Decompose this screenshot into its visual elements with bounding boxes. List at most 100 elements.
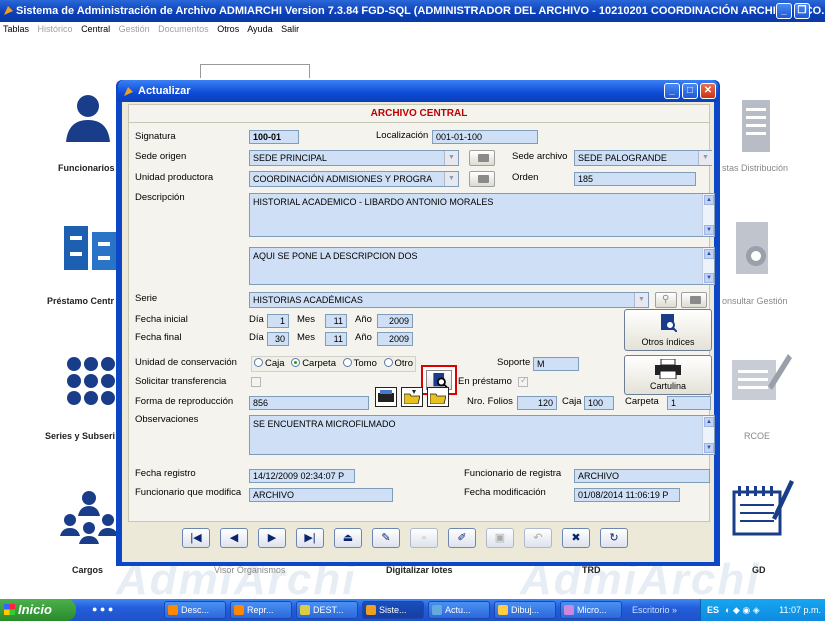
sede-origen-select[interactable]: SEDE PRINCIPAL ▼: [249, 150, 459, 166]
chevron-down-icon[interactable]: ▼: [444, 172, 458, 186]
fecha-final-mes[interactable]: 11: [325, 332, 347, 346]
desktop-label-prestamo[interactable]: Préstamo Centr: [47, 296, 114, 306]
user-icon[interactable]: [62, 92, 114, 144]
desktop-label-rcoe[interactable]: RCOE: [744, 431, 770, 441]
radio-caja[interactable]: Caja: [254, 358, 285, 369]
desktop-label-series[interactable]: Series y Subseri: [45, 431, 115, 441]
desktop-label-visor[interactable]: Visor Organismos: [214, 565, 285, 575]
minimize-button[interactable]: _: [776, 3, 792, 19]
undo-button[interactable]: ↶: [524, 528, 552, 548]
desktop-label-digitalizar[interactable]: Digitalizar lotes: [386, 565, 453, 575]
language-indicator[interactable]: ES: [707, 599, 719, 621]
tray-icons[interactable]: ◐ ◆ ◉ ◈: [725, 599, 760, 621]
form-pencil-icon[interactable]: [728, 350, 792, 404]
scrollbar[interactable]: ▲ ▼: [702, 416, 714, 454]
reproduccion-field[interactable]: 856: [249, 396, 369, 410]
scroll-down-icon[interactable]: ▼: [704, 225, 714, 235]
dots-grid-icon[interactable]: [66, 356, 116, 406]
dialog-maximize-button[interactable]: □: [682, 83, 698, 99]
unidad-select[interactable]: COORDINACIÓN ADMISIONES Y PROGRA ▼: [249, 171, 459, 187]
menu-otros[interactable]: Otros: [217, 24, 239, 34]
write-button[interactable]: ✐: [448, 528, 476, 548]
scroll-up-icon[interactable]: ▲: [704, 195, 714, 205]
taskbar-item-repr[interactable]: Repr...: [230, 601, 292, 619]
taskbar-item-dibuj[interactable]: Dibuj...: [494, 601, 556, 619]
last-record-button[interactable]: ▶|: [296, 528, 324, 548]
desktop-label-cargos[interactable]: Cargos: [72, 565, 103, 575]
caja-field[interactable]: 100: [584, 396, 614, 410]
fecha-mod-field[interactable]: 01/08/2014 11:06:19 P: [574, 488, 680, 502]
menu-salir[interactable]: Salir: [281, 24, 299, 34]
chevron-down-icon[interactable]: ▼: [698, 151, 712, 165]
quick-launch-icon[interactable]: ● ● ●: [92, 604, 113, 614]
edit-button[interactable]: ✎: [372, 528, 400, 548]
taskbar-item-desc[interactable]: Desc...: [164, 601, 226, 619]
open-folder-down-button[interactable]: [401, 387, 423, 407]
fecha-inicial-dia[interactable]: 1: [267, 314, 289, 328]
new-record-button[interactable]: ▫: [410, 528, 438, 548]
fecha-final-dia[interactable]: 30: [267, 332, 289, 346]
open-folder-button[interactable]: [427, 387, 449, 407]
menu-central[interactable]: Central: [81, 24, 110, 34]
soporte-field[interactable]: M: [533, 357, 579, 371]
sede-archivo-select[interactable]: SEDE PALOGRANDE ▼: [574, 150, 712, 166]
group-users-icon[interactable]: [60, 488, 118, 546]
archive-boxes-icon[interactable]: [62, 222, 118, 274]
scrollbar[interactable]: ▲ ▼: [702, 248, 714, 284]
unidad-folder-button[interactable]: [469, 171, 495, 187]
desktop-label-distribucion[interactable]: stas Distribución: [722, 163, 788, 173]
carpeta-field[interactable]: 1: [667, 396, 711, 410]
orden-field[interactable]: 185: [574, 172, 696, 186]
serie-search-button[interactable]: ⚲: [655, 292, 677, 308]
refresh-button[interactable]: ↻: [600, 528, 628, 548]
chevron-down-icon[interactable]: ▼: [444, 151, 458, 165]
taskbar-item-micro[interactable]: Micro...: [560, 601, 622, 619]
cartulina-button[interactable]: Cartulina: [624, 355, 712, 395]
taskbar-item-actu[interactable]: Actu...: [428, 601, 490, 619]
search-document-icon[interactable]: [732, 222, 778, 278]
taskbar-item-siste[interactable]: Siste...: [362, 601, 424, 619]
localizacion-field[interactable]: 001-01-100: [432, 130, 538, 144]
fecha-registro-field[interactable]: 14/12/2009 02:34:07 P: [249, 469, 355, 483]
observaciones-textarea[interactable]: SE ENCUENTRA MICROFILMADO ▲ ▼: [249, 415, 715, 455]
eject-button[interactable]: ⏏: [334, 528, 362, 548]
serie-folder-button[interactable]: [681, 292, 707, 308]
chevron-down-icon[interactable]: ▼: [634, 293, 648, 307]
scrollbar[interactable]: ▲ ▼: [702, 194, 714, 236]
fecha-inicial-mes[interactable]: 11: [325, 314, 347, 328]
dialog-minimize-button[interactable]: _: [664, 83, 680, 99]
desktop-label-consultar[interactable]: onsultar Gestión: [722, 296, 788, 306]
menu-documentos[interactable]: Documentos: [158, 24, 209, 34]
menu-gestion[interactable]: Gestión: [119, 24, 150, 34]
notepad-pen-icon[interactable]: [730, 478, 794, 538]
first-record-button[interactable]: |◀: [182, 528, 210, 548]
fecha-final-anio[interactable]: 2009: [377, 332, 413, 346]
scanner-button[interactable]: [375, 387, 397, 407]
serie-select[interactable]: HISTORIAS ACADÉMICAS ▼: [249, 292, 649, 308]
save-button[interactable]: ▣: [486, 528, 514, 548]
fecha-inicial-anio[interactable]: 2009: [377, 314, 413, 328]
folios-field[interactable]: 120: [517, 396, 557, 410]
documents-icon[interactable]: [738, 100, 774, 152]
signatura-field[interactable]: 100-01: [249, 130, 299, 144]
desktop-label-trd[interactable]: TRD: [582, 565, 601, 575]
prev-record-button[interactable]: ◀: [220, 528, 248, 548]
scroll-down-icon[interactable]: ▼: [704, 273, 714, 283]
scroll-down-icon[interactable]: ▼: [704, 443, 714, 453]
scroll-up-icon[interactable]: ▲: [704, 417, 714, 427]
start-button[interactable]: Inicio: [0, 599, 76, 621]
next-record-button[interactable]: ▶: [258, 528, 286, 548]
otros-indices-button[interactable]: Otros índices: [624, 309, 712, 351]
scroll-up-icon[interactable]: ▲: [704, 249, 714, 259]
menu-tablas[interactable]: Tablas: [3, 24, 29, 34]
desktop-label-funcionarios[interactable]: Funcionarios: [58, 163, 115, 173]
descripcion-textarea-2[interactable]: AQUI SE PONE LA DESCRIPCION DOS ▲ ▼: [249, 247, 715, 285]
dialog-close-button[interactable]: ✕: [700, 83, 716, 99]
radio-tomo[interactable]: Tomo: [339, 358, 377, 369]
radio-carpeta[interactable]: Carpeta: [287, 358, 336, 369]
func-modifica-field[interactable]: ARCHIVO: [249, 488, 393, 502]
func-registra-field[interactable]: ARCHIVO: [574, 469, 710, 483]
menu-ayuda[interactable]: Ayuda: [247, 24, 272, 34]
transferencia-checkbox[interactable]: [251, 377, 261, 387]
taskbar-item-dest[interactable]: DEST...: [296, 601, 358, 619]
